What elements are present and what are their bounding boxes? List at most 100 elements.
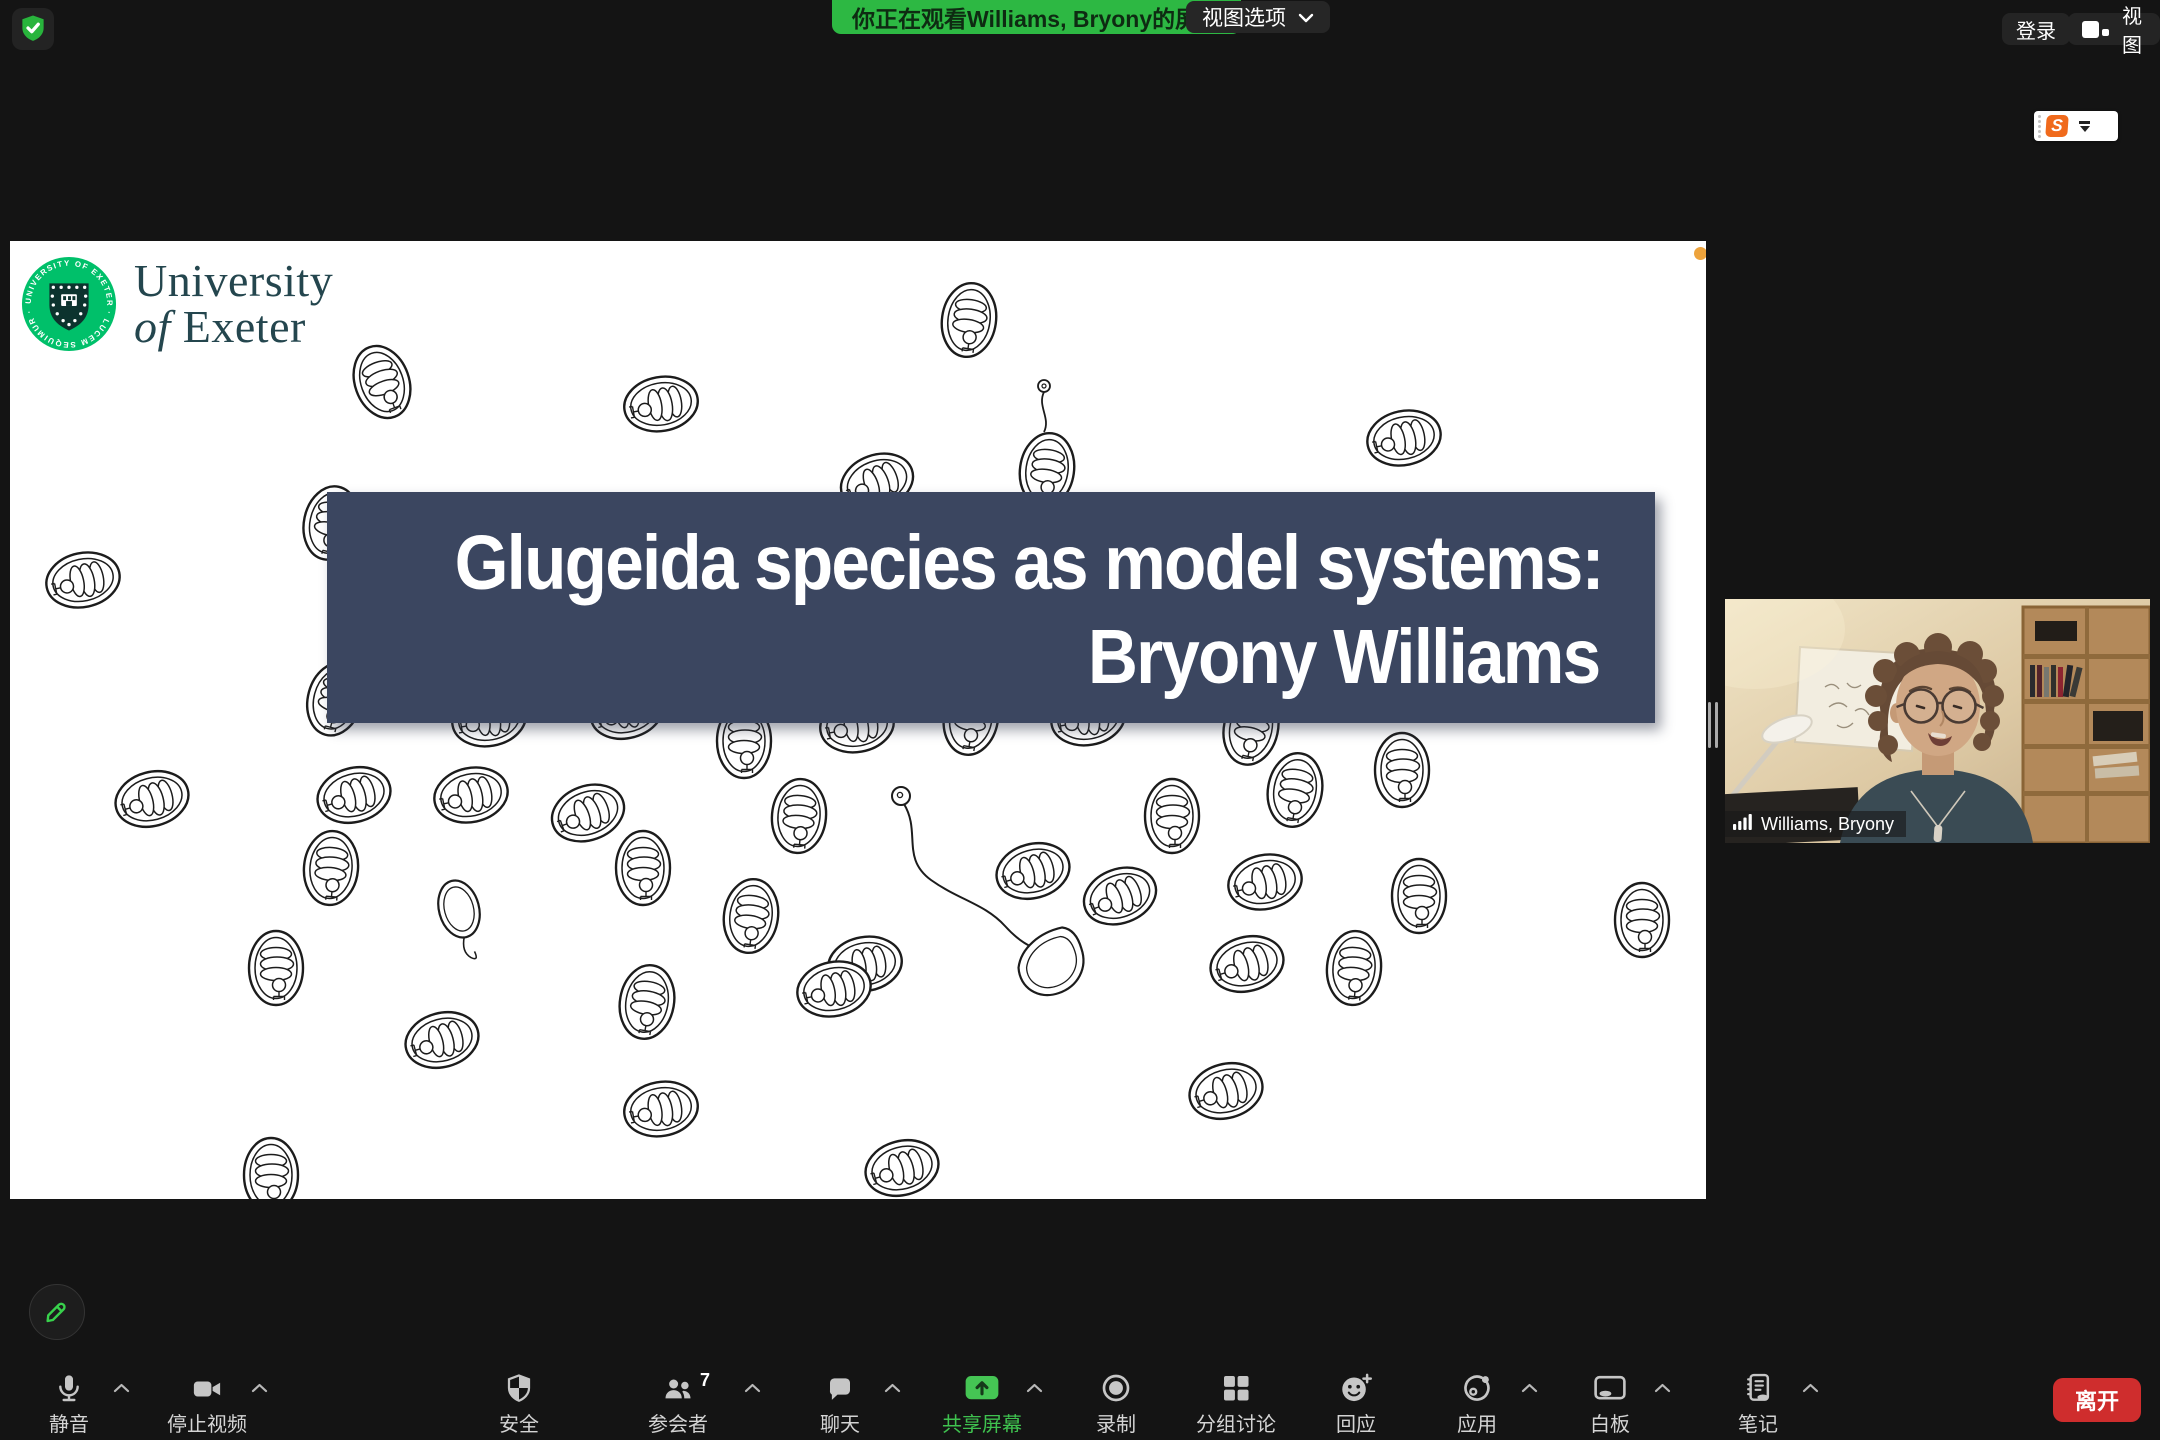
spore-drawing — [399, 1004, 484, 1075]
chevron-up-icon[interactable] — [1798, 1376, 1823, 1402]
chevron-up-icon[interactable] — [1650, 1376, 1675, 1402]
chevron-up-icon[interactable] — [247, 1376, 272, 1402]
toolbar-label-share: 共享屏幕 — [907, 1408, 1057, 1437]
toolbar-button-chat[interactable]: 聊天 — [765, 1368, 915, 1437]
spore-drawing — [1204, 928, 1289, 999]
spore-drawing — [1076, 858, 1164, 934]
watching-screen-banner: 你正在观看Williams, Bryony的屏幕 — [832, 0, 1241, 34]
chevron-up-icon[interactable] — [880, 1376, 905, 1402]
sign-in-button[interactable]: 登录 — [2002, 13, 2070, 45]
slide-title-line1: Glugeida species as model systems: — [455, 516, 1603, 610]
view-label: 视图 — [2118, 0, 2146, 58]
toolbar-button-video[interactable]: 停止视频 — [132, 1368, 282, 1437]
panel-resize-handle[interactable] — [1708, 702, 1720, 748]
spore-drawing — [616, 831, 670, 905]
spore-drawing — [1015, 380, 1079, 510]
green-shield-check-icon — [18, 13, 48, 46]
slide-title-block: Glugeida species as model systems: Bryon… — [327, 492, 1655, 723]
annotate-button[interactable] — [29, 1284, 85, 1340]
security-shield-icon — [444, 1368, 594, 1404]
spore-drawing — [544, 775, 632, 851]
university-of-exeter-logo: UNIVERSITY OF EXETER · LUCEM SEQUIMUR · — [20, 255, 333, 353]
spore-drawing — [344, 338, 420, 426]
toolbar-label-notes: 笔记 — [1683, 1408, 1833, 1437]
spore-drawing — [432, 876, 492, 965]
view-options-label: 视图选项 — [1202, 2, 1286, 32]
view-options-button[interactable]: 视图选项 — [1186, 1, 1330, 33]
spore-drawing — [1362, 404, 1446, 472]
toolbar-label-security: 安全 — [444, 1408, 594, 1437]
toolbar-button-mute[interactable]: 静音 — [0, 1368, 144, 1437]
ime-drag-handle[interactable] — [2038, 115, 2041, 138]
spore-drawing — [620, 1076, 702, 1142]
spore-drawing — [614, 961, 680, 1043]
spore-drawing — [1183, 1055, 1268, 1126]
toolbar-button-share[interactable]: 共享屏幕 — [907, 1368, 1057, 1437]
sogou-ime-icon[interactable]: S — [2045, 115, 2069, 137]
top-bar: 你正在观看Williams, Bryony的屏幕 视图选项 登录 视图 — [0, 0, 2160, 56]
toolbar-button-security[interactable]: 安全 — [444, 1368, 594, 1437]
pencil-icon — [42, 1296, 72, 1329]
spore-drawing — [620, 371, 702, 437]
ime-minimize-icon[interactable] — [2079, 121, 2090, 124]
zoom-meeting-window: 你正在观看Williams, Bryony的屏幕 视图选项 登录 视图 S — [0, 0, 2160, 1440]
participant-video-thumbnail[interactable]: Williams, Bryony — [1725, 599, 2150, 843]
ime-dropdown-icon[interactable] — [2080, 126, 2090, 132]
participant-name: Williams, Bryony — [1761, 814, 1894, 835]
spore-drawing — [301, 829, 361, 907]
participants-count-badge: 7 — [700, 1370, 710, 1391]
spore-drawing — [311, 759, 396, 830]
watching-screen-banner-text: 你正在观看Williams, Bryony的屏幕 — [852, 0, 1221, 34]
chevron-up-icon[interactable] — [740, 1376, 765, 1402]
toolbar-button-whiteboard[interactable]: 白板 — [1535, 1368, 1685, 1437]
slide-corner-dot — [1694, 247, 1706, 260]
toolbar-label-whiteboard: 白板 — [1535, 1408, 1685, 1437]
toolbar-label-chat: 聊天 — [765, 1408, 915, 1437]
meeting-toolbar: 静音停止视频安全参会者7聊天共享屏幕录制分组讨论回应应用白板笔记 — [0, 1364, 2160, 1440]
spore-drawing — [1392, 859, 1446, 933]
toolbar-label-mute: 静音 — [0, 1408, 144, 1437]
spore-drawing — [892, 787, 1097, 1006]
view-layout-icon — [2082, 21, 2109, 38]
exeter-wordmark-line2: of Exeter — [134, 304, 333, 350]
slide-title-line2: Bryony Williams — [1087, 610, 1599, 704]
ime-toolbar[interactable]: S — [2034, 111, 2118, 141]
spore-drawing — [937, 280, 1001, 361]
participant-name-tag: Williams, Bryony — [1725, 811, 1906, 837]
toolbar-button-apps[interactable]: 应用 — [1402, 1368, 1552, 1437]
audio-level-bars-icon — [1733, 813, 1753, 835]
spore-drawing — [249, 931, 303, 1005]
toolbar-label-apps: 应用 — [1402, 1408, 1552, 1437]
meeting-security-shield-button[interactable] — [12, 8, 54, 50]
shared-screen-slide: UNIVERSITY OF EXETER · LUCEM SEQUIMUR · — [10, 241, 1706, 1199]
chevron-up-icon[interactable] — [109, 1376, 134, 1402]
ime-controls[interactable] — [2079, 121, 2090, 132]
sign-in-label: 登录 — [2016, 15, 2056, 44]
spore-drawing — [1262, 749, 1328, 831]
leave-meeting-button[interactable]: 离开 — [2053, 1378, 2141, 1422]
spore-drawing — [1375, 733, 1429, 807]
webcam-video-feed — [1725, 599, 2150, 843]
spore-drawing — [1223, 848, 1307, 916]
participants-icon — [603, 1368, 753, 1404]
spore-drawing — [769, 777, 829, 855]
spore-drawing — [859, 1132, 944, 1199]
spore-drawing — [244, 1138, 298, 1199]
spore-drawing — [990, 835, 1075, 906]
spore-drawing — [1145, 779, 1199, 853]
spore-drawing — [109, 763, 194, 834]
exeter-wordmark-line1: University — [134, 258, 333, 304]
toolbar-label-participants: 参会者 — [603, 1408, 753, 1437]
spore-drawing — [41, 546, 125, 614]
toolbar-button-participants[interactable]: 参会者 7 — [603, 1368, 753, 1437]
spore-drawing — [429, 761, 513, 829]
toolbar-label-video: 停止视频 — [132, 1408, 282, 1437]
spore-drawing — [1324, 929, 1384, 1007]
toolbar-button-notes[interactable]: 笔记 — [1683, 1368, 1833, 1437]
exeter-wordmark: University of Exeter — [134, 258, 333, 350]
exeter-crest-icon: UNIVERSITY OF EXETER · LUCEM SEQUIMUR · — [20, 255, 118, 353]
spore-drawing — [719, 876, 783, 957]
view-layout-button[interactable]: 视图 — [2068, 13, 2160, 45]
spore-drawing — [1615, 883, 1669, 957]
chevron-down-icon — [1298, 5, 1314, 29]
